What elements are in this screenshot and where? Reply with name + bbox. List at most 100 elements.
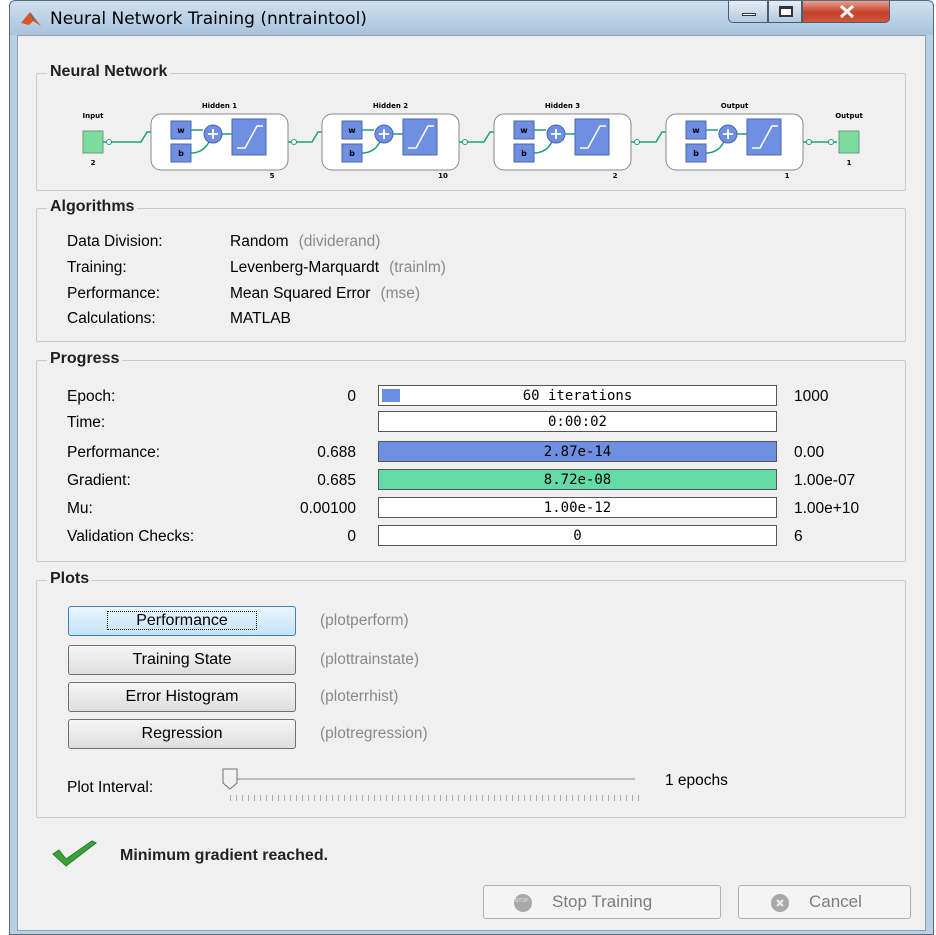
progress-bar: 0:00:02 — [378, 411, 777, 432]
stop-training-button[interactable]: STOP Stop Training — [483, 885, 721, 919]
plot-button-label: Training State — [132, 651, 232, 668]
algorithm-value: MATLAB — [230, 310, 301, 328]
cancel-label: Cancel — [809, 892, 862, 911]
regression-plot-button[interactable]: Regression — [68, 719, 296, 749]
progress-bar-label: 0 — [573, 528, 582, 544]
progress-bar-label: 8.72e-08 — [543, 472, 612, 488]
transfer-box — [746, 118, 782, 156]
cancel-icon — [771, 894, 789, 912]
plot-function-name: (ploterrhist) — [320, 688, 399, 705]
bias-label: b — [178, 149, 184, 158]
progress-bar-label: 1.00e-12 — [543, 500, 612, 516]
connection-node — [291, 139, 297, 145]
window-title: Neural Network Training (nntraintool) — [50, 9, 367, 29]
plot-button-label: Regression — [141, 725, 223, 742]
layer-size: 5 — [270, 172, 275, 180]
plot-function-name: (plotperform) — [320, 612, 409, 629]
output-block — [838, 130, 860, 154]
algorithm-function: (trainlm) — [389, 259, 446, 276]
layer-label: Hidden 2 — [373, 102, 408, 110]
training-state-plot-button[interactable]: Training State — [68, 645, 296, 675]
connection-node — [806, 139, 812, 145]
group-title-plots: Plots — [47, 570, 93, 588]
bias-label: b — [693, 149, 699, 158]
algorithm-value-text: Mean Squared Error — [230, 285, 371, 302]
output-label: Output — [835, 112, 863, 120]
stop-training-label: Stop Training — [552, 892, 653, 911]
progress-end-value: 1000 — [794, 388, 829, 405]
algorithm-value-text: Levenberg-Marquardt — [230, 259, 380, 276]
connection-node — [828, 139, 834, 145]
weight-label: w — [520, 126, 528, 135]
network-diagram: Input 2 Output 1 Hidden 1 5 w b Hidden 2 10 w b Hidd… — [82, 102, 863, 180]
progress-row-name: Performance: — [67, 444, 161, 461]
stop-icon: STOP — [514, 894, 532, 912]
progress-end-value: 1.00e+10 — [794, 500, 860, 517]
algorithms-group: Algorithms Data Division: Random (dividera… — [36, 198, 906, 342]
algorithm-value: Levenberg-Marquardt (trainlm) — [230, 259, 446, 277]
progress-start-value: 0 — [347, 528, 356, 545]
plot-interval-value: 1 epochs — [665, 772, 728, 789]
progress-bar: 60 iterations — [378, 385, 777, 406]
algorithm-value-text: MATLAB — [230, 310, 291, 327]
title-bar[interactable]: Neural Network Training (nntraintool) — [10, 1, 933, 35]
plot-interval-slider-thumb[interactable] — [222, 768, 238, 790]
plot-function-name: (plotregression) — [320, 725, 428, 742]
layer-size: 1 — [785, 172, 790, 180]
transfer-box — [231, 118, 267, 156]
minimize-button[interactable] — [728, 1, 768, 23]
progress-end-value: 6 — [794, 528, 803, 545]
transfer-box — [402, 118, 438, 156]
stop-icon-text: STOP — [515, 898, 529, 904]
bias-label: b — [521, 149, 527, 158]
connection-node — [106, 139, 112, 145]
status-message: Minimum gradient reached. — [120, 847, 329, 864]
layer-label: Hidden 3 — [545, 102, 580, 110]
neural-network-group: Neural Network Input 2 Output 1 Hidden 15wbH… — [36, 63, 906, 191]
plot-function-name: (plottrainstate) — [320, 651, 420, 668]
plot-interval-ticks — [230, 795, 640, 801]
algorithm-key: Performance: — [67, 285, 161, 302]
error-histogram-plot-button[interactable]: Error Histogram — [68, 682, 296, 712]
algorithm-key: Calculations: — [67, 310, 156, 327]
check-icon — [52, 840, 97, 867]
algorithm-key: Data Division: — [67, 233, 163, 250]
layer-label: Output — [721, 102, 749, 110]
cancel-button[interactable]: Cancel — [738, 885, 911, 919]
progress-row-name: Validation Checks: — [67, 528, 195, 545]
plot-interval-track[interactable] — [230, 778, 635, 780]
weight-label: w — [692, 126, 700, 135]
connection-node — [634, 139, 640, 145]
algorithm-function: (mse) — [380, 285, 421, 302]
input-size: 2 — [91, 159, 96, 167]
progress-row-name: Epoch: — [67, 388, 116, 405]
progress-end-value: 1.00e-07 — [794, 472, 856, 489]
plot-interval-label: Plot Interval: — [67, 779, 154, 796]
progress-end-value: 0.00 — [794, 444, 825, 461]
close-button[interactable] — [802, 1, 890, 23]
output-size: 1 — [847, 159, 852, 167]
matlab-icon — [21, 12, 41, 26]
group-title-progress: Progress — [47, 350, 123, 368]
progress-row-name: Time: — [67, 414, 106, 431]
plot-button-label: Performance — [107, 611, 257, 630]
performance-plot-button[interactable]: Performance — [68, 606, 296, 636]
progress-start-value: 0 — [347, 388, 356, 405]
algorithm-key: Training: — [67, 259, 127, 276]
progress-bar: 8.72e-08 — [378, 469, 777, 490]
transfer-box — [574, 118, 610, 156]
input-block — [82, 130, 104, 154]
progress-start-value: 0.688 — [317, 444, 356, 461]
progress-bar: 1.00e-12 — [378, 497, 777, 518]
progress-row-name: Mu: — [67, 500, 93, 517]
algorithm-value-text: Random — [230, 233, 289, 250]
input-label: Input — [83, 112, 105, 120]
algorithm-function: (dividerand) — [298, 233, 381, 250]
layer-size: 10 — [438, 172, 448, 180]
progress-row-name: Gradient: — [67, 472, 131, 489]
group-title-algorithms: Algorithms — [47, 198, 138, 216]
close-icon — [839, 4, 855, 19]
maximize-button[interactable] — [768, 1, 802, 23]
progress-start-value: 0.685 — [317, 472, 356, 489]
progress-bar: 0 — [378, 525, 777, 546]
